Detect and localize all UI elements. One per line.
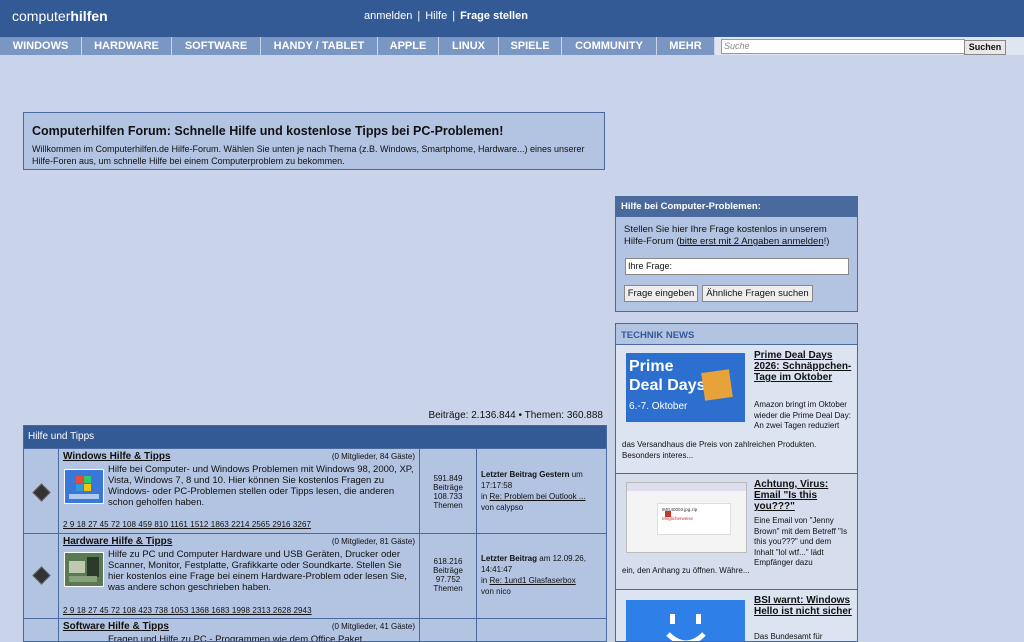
last-post-link[interactable]: Re: 1und1 Glasfaserbox bbox=[489, 576, 575, 585]
technik-news-panel: TECHNIK NEWS Prime Deal Days 6.-7. Oktob… bbox=[615, 323, 858, 642]
forum-users: (0 Mitglieder, 84 Gäste) bbox=[331, 452, 415, 461]
login-link[interactable]: anmelden bbox=[364, 10, 412, 22]
news-teaser: Das Bundesamt für bbox=[754, 632, 823, 641]
news-teaser-continued: ein, den Anhang zu öffnen. Währe... bbox=[622, 566, 750, 575]
forum-description: Fragen und Hilfe zu PC - Programmen wie … bbox=[108, 634, 363, 642]
windows-logo-icon bbox=[64, 469, 104, 504]
forum-page-links[interactable]: 2 9 18 27 45 72 108 423 738 1053 1368 16… bbox=[63, 606, 312, 615]
forum-section-heading: Hilfe und Tipps bbox=[24, 426, 606, 448]
news-teaser: Amazon bringt im Oktober wieder die Prim… bbox=[754, 400, 851, 430]
page-title: Computerhilfen Forum: Schnelle Hilfe und… bbox=[32, 124, 504, 138]
ask-panel-heading: Hilfe bei Computer-Problemen: bbox=[616, 197, 857, 217]
header-links: anmelden | Hilfe | Frage stellen bbox=[364, 10, 528, 22]
forum-last-post: Letzter Beitrag Gestern um 17:17:58 in R… bbox=[481, 470, 586, 512]
forum-title-windows[interactable]: Windows Hilfe & Tipps bbox=[63, 451, 171, 462]
nav-apple[interactable]: APPLE bbox=[378, 37, 439, 55]
nav-mehr[interactable]: MEHR bbox=[657, 37, 715, 55]
forum-users: (0 Mitglieder, 81 Gäste) bbox=[331, 537, 415, 546]
news-title[interactable]: Achtung, Virus: Email "Is this you???" bbox=[754, 479, 852, 512]
news-image[interactable]: Prime Deal Days 6.-7. Oktober bbox=[626, 353, 745, 422]
forum-page-links[interactable]: 2 9 18 27 45 72 108 459 810 1161 1512 18… bbox=[63, 520, 311, 529]
gift-box-icon bbox=[701, 369, 733, 401]
help-link[interactable]: Hilfe bbox=[425, 10, 447, 22]
forum-users: (0 Mitglieder, 41 Gäste) bbox=[331, 622, 415, 631]
forum-title-software[interactable]: Software Hilfe & Tipps bbox=[63, 621, 169, 632]
welcome-box: Computerhilfen Forum: Schnelle Hilfe und… bbox=[23, 112, 605, 170]
question-input[interactable]: Ihre Frage: bbox=[625, 258, 849, 275]
login-hint-link[interactable]: bitte erst mit 2 Angaben anmelden bbox=[679, 236, 823, 247]
forum-description: Hilfe bei Computer- und Windows Probleme… bbox=[108, 464, 414, 508]
search-input[interactable]: Suche bbox=[721, 39, 965, 54]
smiley-face-icon bbox=[626, 600, 745, 641]
logo-text-bold: hilfen bbox=[70, 8, 108, 24]
news-teaser: Eine Email von "Jenny Brown" mit dem Bet… bbox=[754, 516, 848, 567]
last-post-link[interactable]: Re: Problem bei Outlook ... bbox=[489, 492, 585, 501]
nav-spiele[interactable]: SPIELE bbox=[499, 37, 562, 55]
forum-row-windows: Windows Hilfe & Tipps (0 Mitglieder, 84 … bbox=[24, 448, 606, 534]
nav-software[interactable]: SOFTWARE bbox=[172, 37, 261, 55]
forum-counts: 618.216 Beiträge 97.752 Themen bbox=[420, 534, 477, 619]
ask-panel-text: Stellen Sie hier Ihre Frage kostenlos in… bbox=[624, 224, 830, 247]
news-heading: TECHNIK NEWS bbox=[621, 330, 695, 341]
forum-row-software: Software Hilfe & Tipps (0 Mitglieder, 41… bbox=[24, 618, 606, 642]
forum-description: Hilfe zu PC und Computer Hardware und US… bbox=[108, 549, 407, 593]
nav-hardware[interactable]: HARDWARE bbox=[82, 37, 172, 55]
news-image[interactable]: IMG40003.jpg.zip Möglicherweise bbox=[626, 482, 747, 553]
nav-handy-tablet[interactable]: HANDY / TABLET bbox=[261, 37, 378, 55]
nav-linux[interactable]: LINUX bbox=[439, 37, 499, 55]
forum-stats: Beiträge: 2.136.844 • Themen: 360.888 bbox=[428, 410, 603, 421]
ask-question-link[interactable]: Frage stellen bbox=[460, 10, 528, 22]
forum-title-hardware[interactable]: Hardware Hilfe & Tipps bbox=[63, 536, 172, 547]
news-image[interactable] bbox=[626, 600, 745, 641]
news-item: Prime Deal Days 6.-7. Oktober Prime Deal… bbox=[616, 344, 857, 474]
search-button[interactable]: Suchen bbox=[964, 40, 1006, 55]
ask-question-panel: Hilfe bei Computer-Problemen: Stellen Si… bbox=[615, 196, 858, 312]
warning-icon bbox=[665, 511, 671, 517]
forum-status-icon bbox=[32, 483, 51, 502]
forum-status-icon bbox=[32, 566, 51, 585]
news-title[interactable]: BSI warnt: Windows Hello ist nicht siche… bbox=[754, 595, 852, 617]
forum-last-post: Letzter Beitrag am 12.09.26, 14:41:47 in… bbox=[481, 554, 586, 596]
news-teaser-continued: das Versandhaus die Preis von zahlreiche… bbox=[622, 440, 817, 460]
nav-community[interactable]: COMMUNITY bbox=[562, 37, 657, 55]
forum-row-hardware: Hardware Hilfe & Tipps (0 Mitglieder, 81… bbox=[24, 533, 606, 619]
news-item: BSI warnt: Windows Hello ist nicht siche… bbox=[616, 589, 857, 641]
forum-table: Hilfe und Tipps Windows Hilfe & Tipps (0… bbox=[23, 425, 607, 642]
similar-questions-button[interactable]: Ähnliche Fragen suchen bbox=[702, 285, 813, 302]
news-title[interactable]: Prime Deal Days 2026: Schnäppchen-Tage i… bbox=[754, 350, 852, 383]
forum-counts: 591.849 Beiträge 108.733 Themen bbox=[420, 449, 477, 534]
logo-text-light: computer bbox=[12, 8, 71, 24]
site-logo[interactable]: computerhilfen bbox=[12, 8, 108, 24]
welcome-text: Willkommen im Computerhilfen.de Hilfe-Fo… bbox=[32, 144, 585, 166]
hardware-image-icon bbox=[64, 552, 104, 587]
top-header: computerhilfen anmelden | Hilfe | Frage stel… bbox=[0, 0, 1024, 37]
submit-question-button[interactable]: Frage eingeben bbox=[624, 285, 698, 302]
news-item: IMG40003.jpg.zip Möglicherweise Achtung,… bbox=[616, 473, 857, 590]
nav-windows[interactable]: WINDOWS bbox=[0, 37, 82, 55]
